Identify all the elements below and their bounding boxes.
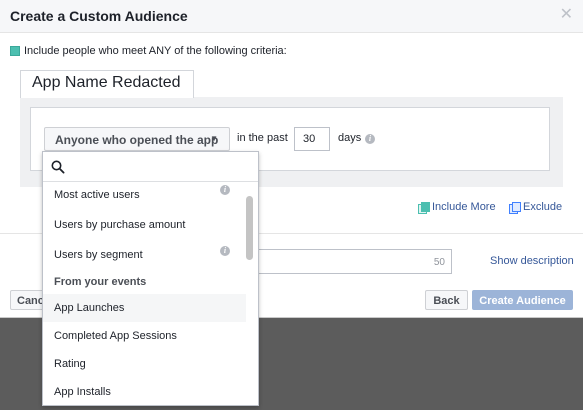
- exclude-link[interactable]: Exclude: [509, 201, 563, 214]
- close-icon[interactable]: ✕: [560, 6, 573, 24]
- dropdown-scrollbar-thumb[interactable]: [246, 196, 253, 260]
- dropdown-item-most-active-users[interactable]: Most active users: [43, 181, 246, 209]
- days-input[interactable]: 30: [294, 127, 330, 151]
- chevron-down-icon: ▼: [210, 134, 218, 143]
- create-label: Create Audience: [479, 295, 566, 307]
- char-limit: 50: [433, 257, 445, 268]
- dropdown-item-app-launches[interactable]: App Launches: [43, 294, 246, 322]
- dialog-title: Create a Custom Audience: [10, 8, 188, 24]
- app-tab-label: App Name Redacted: [32, 74, 181, 91]
- dropdown-search-input[interactable]: [43, 152, 258, 182]
- create-audience-button[interactable]: Create Audience: [472, 290, 573, 310]
- dialog-header: Create a Custom Audience ✕: [0, 0, 583, 33]
- rule-type-dropdown: Most active users i Users by purchase am…: [42, 151, 259, 406]
- criteria-row: Include people who meet ANY of the follo…: [10, 45, 287, 57]
- app-tab[interactable]: App Name Redacted: [20, 70, 194, 98]
- dropdown-item-app-installs[interactable]: App Installs: [43, 378, 246, 405]
- dropdown-item-rating[interactable]: Rating: [43, 350, 246, 378]
- dropdown-item-label: Rating: [54, 358, 86, 370]
- dropdown-item-users-by-segment[interactable]: Users by segment: [43, 241, 246, 269]
- dropdown-item-label: Completed App Sessions: [54, 330, 177, 342]
- audience-name-input[interactable]: 50: [252, 249, 452, 274]
- criteria-text: Include people who meet ANY of the follo…: [24, 45, 287, 57]
- days-label: days: [338, 132, 362, 144]
- dropdown-item-completed-app-sessions[interactable]: Completed App Sessions: [43, 322, 246, 350]
- dropdown-item-label: App Installs: [54, 386, 111, 398]
- exclude-icon: [509, 201, 521, 214]
- dropdown-item-label: App Launches: [54, 302, 125, 314]
- cancel-label: Canc: [17, 295, 44, 307]
- search-icon: [51, 160, 65, 174]
- dropdown-item-label: Most active users: [54, 189, 140, 201]
- info-icon[interactable]: i: [365, 134, 375, 144]
- include-more-label: Include More: [432, 201, 496, 213]
- dropdown-item-users-by-purchase-amount[interactable]: Users by purchase amount: [43, 211, 246, 239]
- back-label: Back: [433, 295, 460, 307]
- include-more-link[interactable]: Include More: [418, 201, 496, 214]
- in-the-past-label: in the past: [237, 132, 288, 144]
- days-value: 30: [303, 133, 316, 145]
- info-icon[interactable]: i: [220, 185, 230, 195]
- include-icon: [418, 201, 430, 214]
- criteria-color-icon: [10, 46, 20, 56]
- rule-type-selected: Anyone who opened the app: [55, 133, 219, 147]
- rule-type-select[interactable]: Anyone who opened the app ▼: [44, 127, 230, 151]
- info-icon[interactable]: i: [220, 246, 230, 256]
- dropdown-item-label: Users by purchase amount: [54, 219, 186, 231]
- back-button[interactable]: Back: [425, 290, 468, 310]
- dropdown-item-label: Users by segment: [54, 249, 143, 261]
- show-description-link[interactable]: Show description: [490, 255, 574, 267]
- exclude-label: Exclude: [523, 201, 563, 213]
- dropdown-section-header: From your events: [54, 276, 147, 288]
